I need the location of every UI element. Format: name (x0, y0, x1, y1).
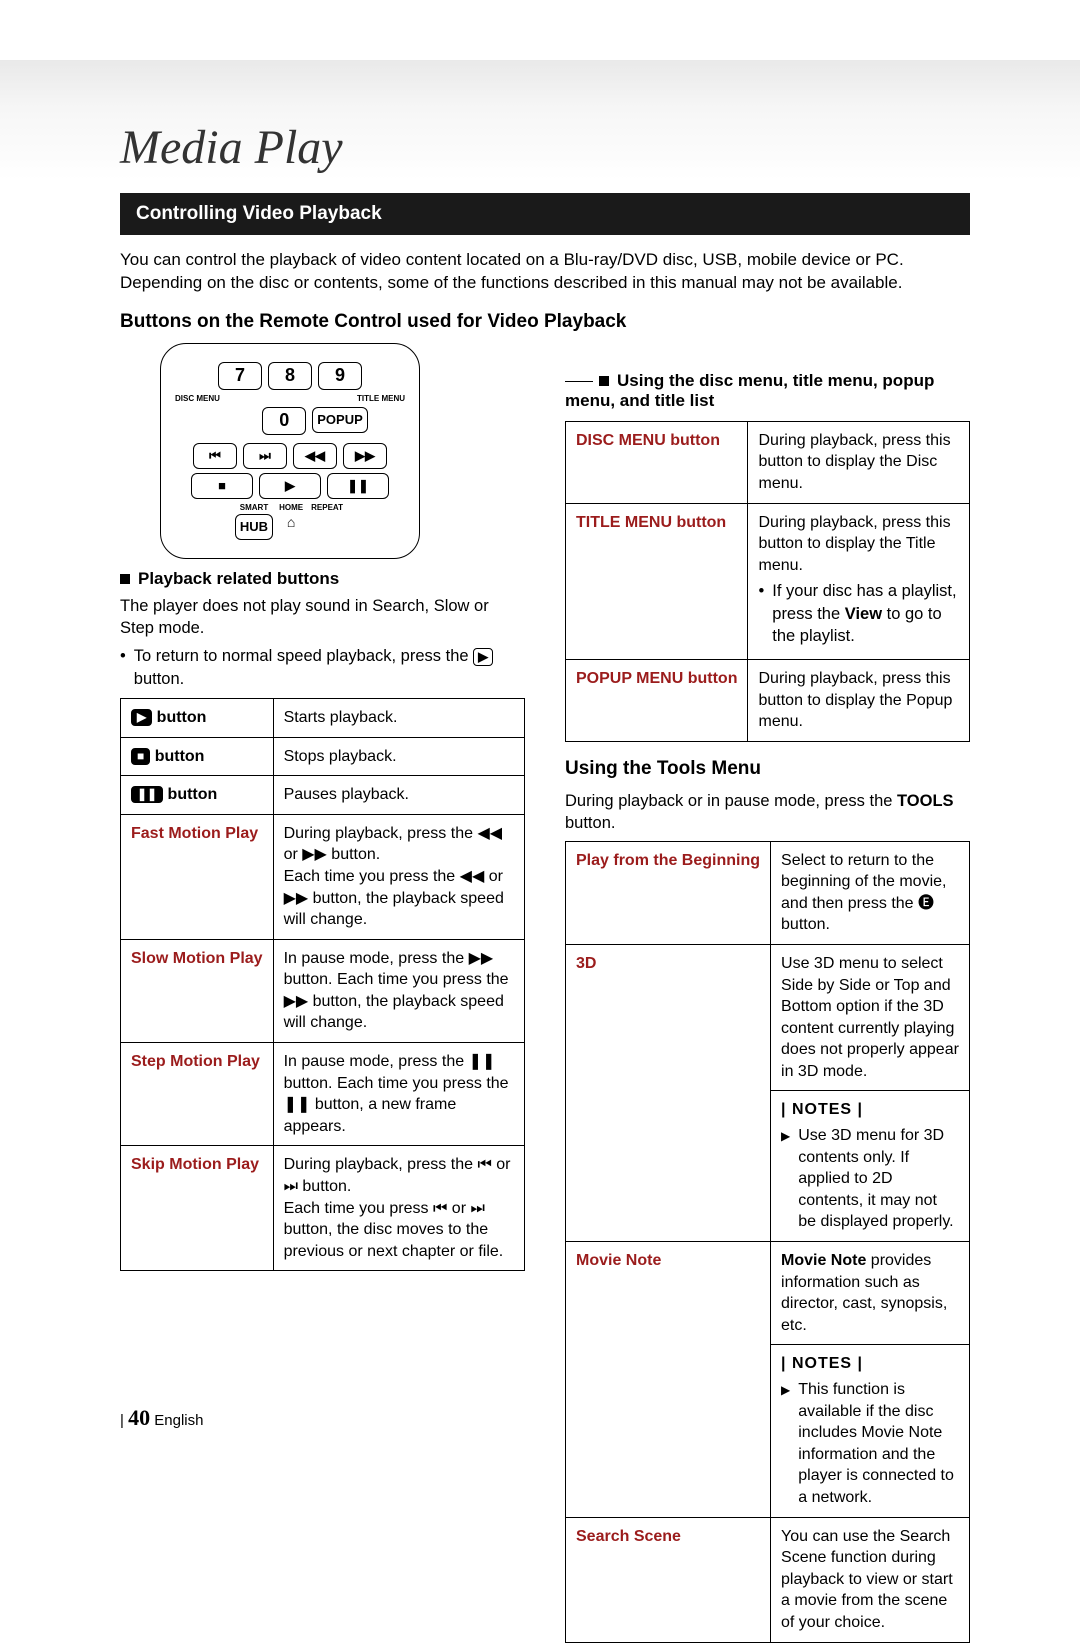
remote-key-8: 8 (268, 362, 312, 390)
table-row: Movie Note Movie Note provides informati… (566, 1242, 970, 1345)
section-bar: Controlling Video Playback (120, 193, 970, 235)
remote-key-9: 9 (318, 362, 362, 390)
table-row: 3D Use 3D menu to select Side by Side or… (566, 944, 970, 1091)
remote-key-rew: ◀◀ (293, 443, 337, 469)
remote-key-next: ⏭ (243, 443, 287, 469)
remote-key-play: ▶ (259, 473, 321, 499)
remote-key-7: 7 (218, 362, 262, 390)
table-row: Fast Motion Play During playback, press … (121, 814, 525, 939)
menu-using-header: Using the disc menu, title menu, popup m… (565, 371, 970, 411)
table-row: ■ button Stops playback. (121, 737, 525, 776)
table-row: Step Motion Play In pause mode, press th… (121, 1043, 525, 1146)
play-icon: ▶ (473, 648, 493, 666)
tools-intro: During playback or in pause mode, press … (565, 790, 970, 835)
table-row: Slow Motion Play In pause mode, press th… (121, 939, 525, 1042)
chapter-title: Media Play (120, 120, 990, 175)
remote-label-home: HOME (279, 503, 303, 512)
menu-table: DISC MENU button During playback, press … (565, 421, 970, 742)
tools-header: Using the Tools Menu (565, 758, 950, 780)
playback-related-header: Playback related buttons (120, 569, 525, 589)
home-icon: ⌂ (287, 514, 295, 530)
table-row: Play from the Beginning Select to return… (566, 841, 970, 944)
tools-table: Play from the Beginning Select to return… (565, 841, 970, 1643)
table-row: ❚❚ button Pauses playback. (121, 776, 525, 815)
remote-key-stop: ■ (191, 473, 253, 499)
triangle-icon: ▶ (781, 1382, 790, 1509)
remote-label-repeat: REPEAT (311, 503, 343, 512)
table-row: ▶ button Starts playback. (121, 698, 525, 737)
table-row: POPUP MENU button During playback, press… (566, 660, 970, 742)
remote-key-0: 0 (262, 407, 306, 435)
remote-label-titlemenu: TITLE MENU (357, 394, 405, 403)
intro-text: You can control the playback of video co… (120, 249, 970, 295)
remote-label-smart: SMART (240, 503, 268, 512)
remote-diagram: 7 8 9 DISC MENU TITLE MENU (160, 343, 420, 559)
remote-key-prev: ⏮ (193, 443, 237, 469)
table-row: TITLE MENU button During playback, press… (566, 503, 970, 660)
table-row: Search Scene You can use the Search Scen… (566, 1517, 970, 1642)
subhead-remote: Buttons on the Remote Control used for V… (120, 311, 970, 333)
remote-key-popup: POPUP (312, 407, 368, 433)
table-row: Skip Motion Play During playback, press … (121, 1146, 525, 1271)
table-row: DISC MENU button During playback, press … (566, 421, 970, 503)
playback-body: The player does not play sound in Search… (120, 595, 525, 640)
remote-key-ff: ▶▶ (343, 443, 387, 469)
playback-table: ▶ button Starts playback. ■ button Stops… (120, 698, 525, 1271)
remote-label-discmenu: DISC MENU (175, 394, 220, 403)
remote-key-pause: ❚❚ (327, 473, 389, 499)
triangle-icon: ▶ (781, 1128, 790, 1233)
return-bullet: • To return to normal speed playback, pr… (120, 645, 525, 690)
remote-key-hub: HUB (235, 514, 273, 540)
